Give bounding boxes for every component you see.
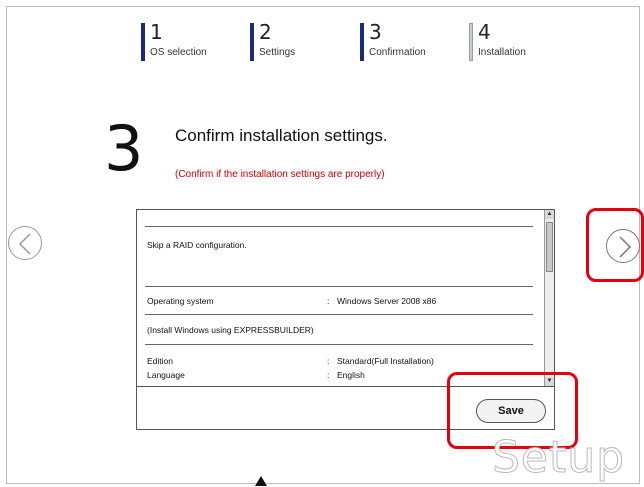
language-value: English <box>337 370 365 380</box>
step-number: 1 <box>150 20 163 44</box>
separator: : <box>327 370 330 380</box>
prev-button[interactable] <box>8 226 42 260</box>
os-row: Operating system: Windows Server 2008 x86 <box>147 296 436 306</box>
step-bar <box>141 23 145 61</box>
divider <box>145 344 533 345</box>
divider <box>145 226 533 227</box>
os-label: Operating system <box>147 296 214 306</box>
summary-scrollbar[interactable]: ▲ ▼ <box>544 210 554 386</box>
edition-label: Edition <box>147 356 173 366</box>
step-bar <box>250 23 254 61</box>
scroll-thumb[interactable] <box>546 222 553 272</box>
raid-text: Skip a RAID configuration. <box>147 240 247 250</box>
chevron-left-icon <box>18 233 31 255</box>
language-label: Language <box>147 370 185 380</box>
step-label: Installation <box>478 47 526 58</box>
install-note: (Install Windows using EXPRESSBUILDER) <box>147 325 314 335</box>
mouse-cursor-icon <box>255 476 267 486</box>
current-step-number: 3 <box>104 112 144 185</box>
step-number: 3 <box>369 20 382 44</box>
scroll-up-arrow-icon[interactable]: ▲ <box>545 210 554 219</box>
separator: : <box>327 356 330 366</box>
edition-value: Standard(Full Installation) <box>337 356 434 366</box>
language-row: Language: English <box>147 370 365 380</box>
separator: : <box>327 296 330 306</box>
step-number: 4 <box>478 20 491 44</box>
next-button-highlight <box>586 208 644 282</box>
page-subtitle: (Confirm if the installation settings ar… <box>175 169 385 180</box>
step-label: Confirmation <box>369 47 426 58</box>
divider <box>145 286 533 287</box>
os-value: Windows Server 2008 x86 <box>337 296 437 306</box>
page-title: Confirm installation settings. <box>175 126 388 145</box>
divider <box>145 314 533 315</box>
step-label: OS selection <box>150 47 207 58</box>
step-bar <box>360 23 364 61</box>
edition-row: Edition: Standard(Full Installation) <box>147 356 434 366</box>
step-bar <box>469 23 473 61</box>
step-label: Settings <box>259 47 296 58</box>
step-number: 2 <box>259 20 272 44</box>
summary-textarea[interactable]: Skip a RAID configuration. Operating sys… <box>137 210 544 386</box>
setup-watermark: Setup <box>491 432 626 484</box>
